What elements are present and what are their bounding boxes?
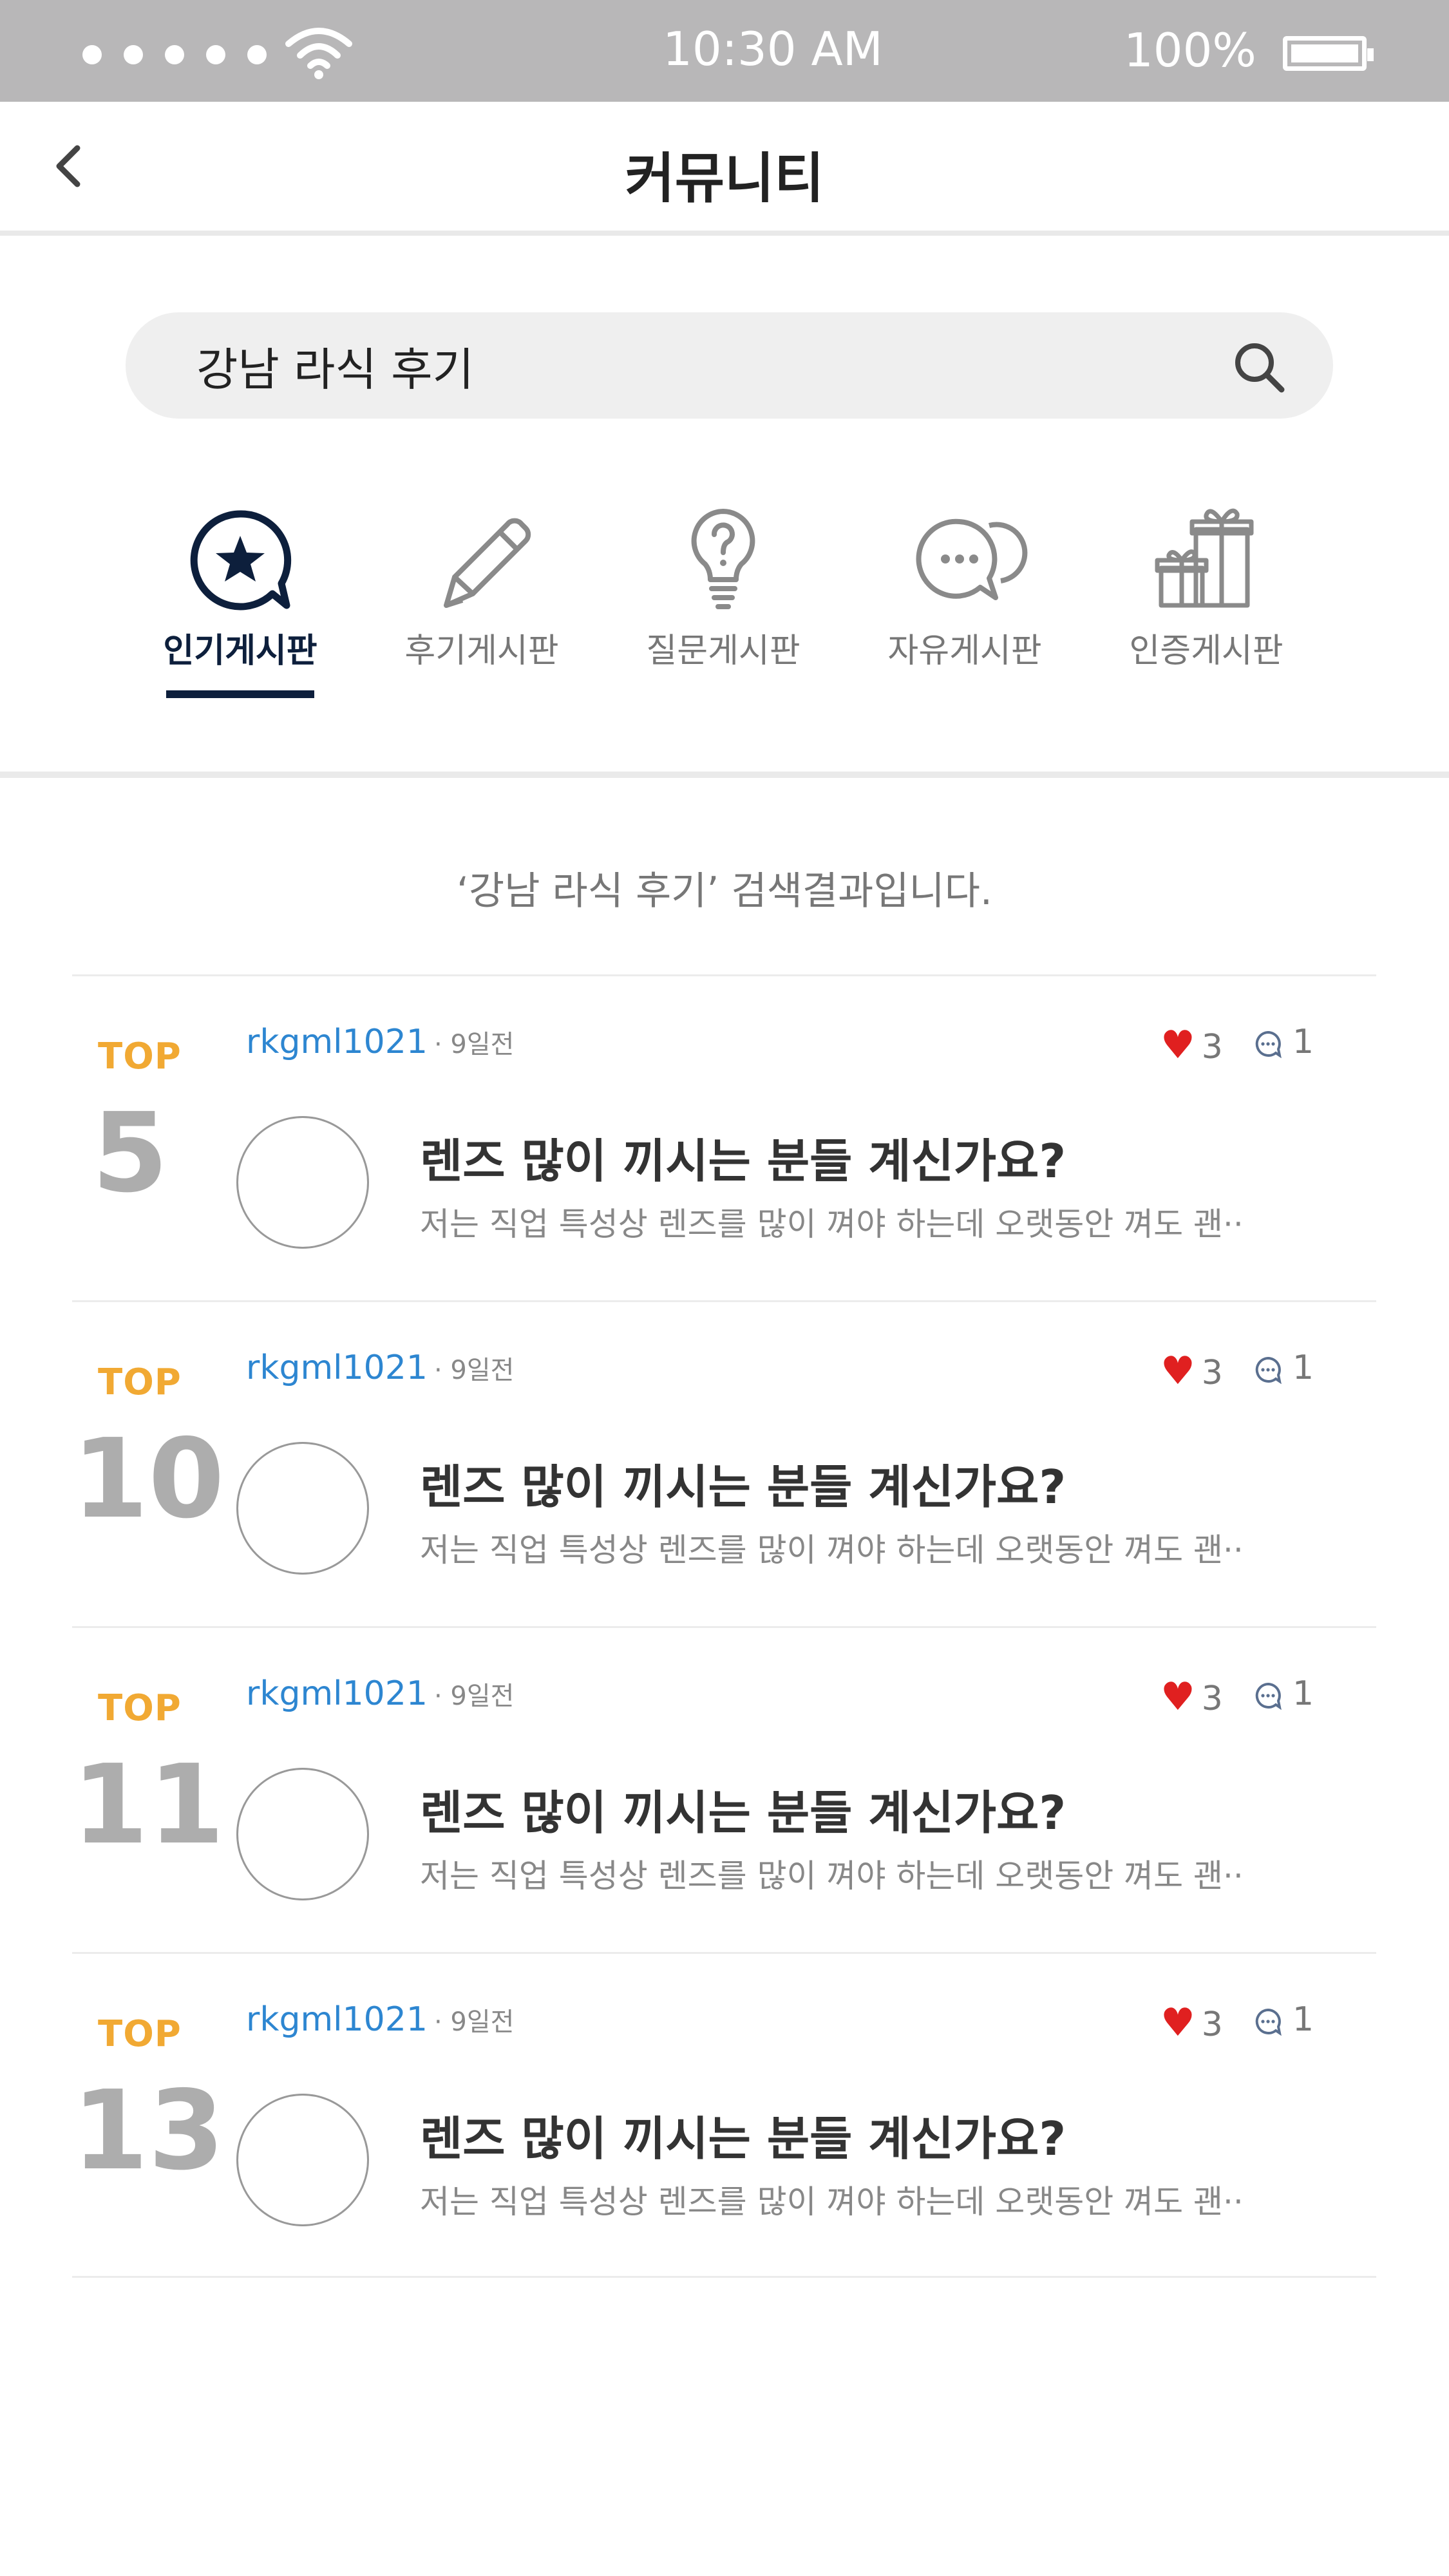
tab-label: 인증게시판 — [1129, 632, 1283, 670]
comment-count[interactable]: 1 — [1254, 1349, 1314, 1387]
tab-popular-board[interactable]: 인기게시판 — [144, 502, 337, 672]
chat-bubbles-icon — [916, 518, 1028, 600]
post-snippet: 저는 직업 특성상 렌즈를 많이 껴야 하는데 오랫동안 껴도 괜·· — [420, 1857, 1244, 1895]
post-snippet: 저는 직업 특성상 렌즈를 많이 껴야 하는데 오랫동안 껴도 괜·· — [420, 1206, 1244, 1243]
post-title[interactable]: 렌즈 많이 끼시는 분들 계신가요? — [420, 1123, 1066, 1191]
top-label: TOP — [98, 1687, 182, 1729]
heart-icon: ♥ — [1160, 2000, 1195, 2045]
tab-certification-board[interactable]: 인증게시판 — [1110, 502, 1303, 672]
rank-number: 5 — [91, 1090, 169, 1217]
post-item[interactable]: TOP 10 rkgml1021 · 9일전 ♥ 3 1 렌즈 많이 끼시는 분들 … — [72, 1300, 1376, 1626]
app-header: 커뮤니티 — [0, 102, 1449, 236]
avatar — [236, 1116, 369, 1249]
comment-count[interactable]: 1 — [1254, 1023, 1314, 1061]
post-author[interactable]: rkgml1021 · 9일전 — [246, 1023, 514, 1061]
heart-icon: ♥ — [1160, 1349, 1195, 1394]
post-title[interactable]: 렌즈 많이 끼시는 분들 계신가요? — [420, 1775, 1066, 1842]
like-count-value: 3 — [1201, 1680, 1223, 1718]
comment-icon — [1255, 1356, 1282, 1384]
like-count[interactable]: ♥ 3 — [1160, 1349, 1223, 1394]
heart-icon: ♥ — [1160, 1023, 1195, 1068]
search-result-message: ‘강남 라식 후기’ 검색결과입니다. — [456, 869, 993, 914]
status-bar: 10:30 AM 100% — [0, 0, 1449, 102]
top-label: TOP — [98, 1361, 182, 1403]
page-title: 커뮤니티 — [625, 147, 824, 210]
gift-icon — [1155, 508, 1254, 608]
signal-strength-icon — [82, 45, 289, 67]
pencil-icon — [444, 518, 531, 608]
battery-icon — [1283, 36, 1374, 71]
comment-count-value: 1 — [1293, 1023, 1314, 1061]
rank-number: 13 — [72, 2067, 225, 2195]
post-time: · 9일전 — [433, 2007, 515, 2037]
rank-number: 10 — [72, 1416, 225, 1543]
like-count[interactable]: ♥ 3 — [1160, 2000, 1223, 2045]
post-snippet: 저는 직업 특성상 렌즈를 많이 껴야 하는데 오랫동안 껴도 괜·· — [420, 1531, 1244, 1569]
search-icon[interactable] — [1230, 338, 1288, 396]
comment-icon — [1255, 1682, 1282, 1710]
avatar — [236, 1442, 369, 1575]
star-bubble-icon — [190, 510, 292, 611]
post-title[interactable]: 렌즈 많이 끼시는 분들 계신가요? — [420, 1449, 1066, 1517]
tab-free-board[interactable]: 자유게시판 — [868, 502, 1061, 672]
comment-count[interactable]: 1 — [1254, 1674, 1314, 1713]
comment-count[interactable]: 1 — [1254, 2000, 1314, 2039]
post-author[interactable]: rkgml1021 · 9일전 — [246, 1349, 514, 1387]
comment-count-value: 1 — [1293, 1674, 1314, 1713]
rank-number: 11 — [72, 1741, 225, 1869]
comment-icon — [1255, 2008, 1282, 2036]
board-tabs: 인기게시판 후기게시판 질문게시판 자유게시판 인증게시판 — [0, 502, 1449, 708]
post-time: · 9일전 — [433, 1356, 515, 1385]
post-list: TOP 5 rkgml1021 · 9일전 ♥ 3 1 렌즈 많이 끼시는 분들 계… — [72, 974, 1376, 2278]
top-label: TOP — [98, 1036, 182, 1077]
like-count-value: 3 — [1201, 1028, 1223, 1066]
lightbulb-question-icon — [691, 509, 755, 609]
post-time: · 9일전 — [433, 1030, 515, 1059]
comment-count-value: 1 — [1293, 2000, 1314, 2039]
avatar — [236, 1768, 369, 1900]
tab-label: 인기게시판 — [163, 632, 317, 670]
post-item[interactable]: TOP 5 rkgml1021 · 9일전 ♥ 3 1 렌즈 많이 끼시는 분들 계… — [72, 974, 1376, 1300]
tab-label: 자유게시판 — [887, 632, 1042, 670]
username[interactable]: rkgml1021 — [246, 1023, 428, 1061]
tab-review-board[interactable]: 후기게시판 — [385, 502, 578, 672]
like-count-value: 3 — [1201, 1354, 1223, 1392]
heart-icon: ♥ — [1160, 1674, 1195, 1719]
avatar — [236, 2094, 369, 2226]
tab-question-board[interactable]: 질문게시판 — [627, 502, 820, 672]
wifi-icon — [285, 28, 352, 79]
search-bar — [126, 312, 1333, 419]
battery-percent: 100% — [1124, 23, 1256, 77]
username[interactable]: rkgml1021 — [246, 1674, 428, 1713]
active-tab-indicator — [166, 690, 314, 698]
comment-count-value: 1 — [1293, 1349, 1314, 1387]
status-time: 10:30 AM — [663, 22, 883, 76]
like-count-value: 3 — [1201, 2005, 1223, 2044]
section-divider — [0, 772, 1449, 778]
username[interactable]: rkgml1021 — [246, 1349, 428, 1387]
username[interactable]: rkgml1021 — [246, 2000, 428, 2039]
top-label: TOP — [98, 2013, 182, 2055]
post-author[interactable]: rkgml1021 · 9일전 — [246, 2000, 514, 2039]
post-time: · 9일전 — [433, 1681, 515, 1711]
search-input[interactable] — [196, 337, 1162, 395]
post-title[interactable]: 렌즈 많이 끼시는 분들 계신가요? — [420, 2101, 1066, 2168]
post-snippet: 저는 직업 특성상 렌즈를 많이 껴야 하는데 오랫동안 껴도 괜·· — [420, 2183, 1244, 2221]
post-item[interactable]: TOP 11 rkgml1021 · 9일전 ♥ 3 1 렌즈 많이 끼시는 분들 … — [72, 1626, 1376, 1952]
comment-icon — [1255, 1030, 1282, 1058]
like-count[interactable]: ♥ 3 — [1160, 1023, 1223, 1068]
post-author[interactable]: rkgml1021 · 9일전 — [246, 1674, 514, 1713]
tab-label: 후기게시판 — [404, 632, 559, 670]
tab-label: 질문게시판 — [646, 632, 800, 670]
post-item[interactable]: TOP 13 rkgml1021 · 9일전 ♥ 3 1 렌즈 많이 끼시는 분들 … — [72, 1952, 1376, 2278]
like-count[interactable]: ♥ 3 — [1160, 1674, 1223, 1719]
